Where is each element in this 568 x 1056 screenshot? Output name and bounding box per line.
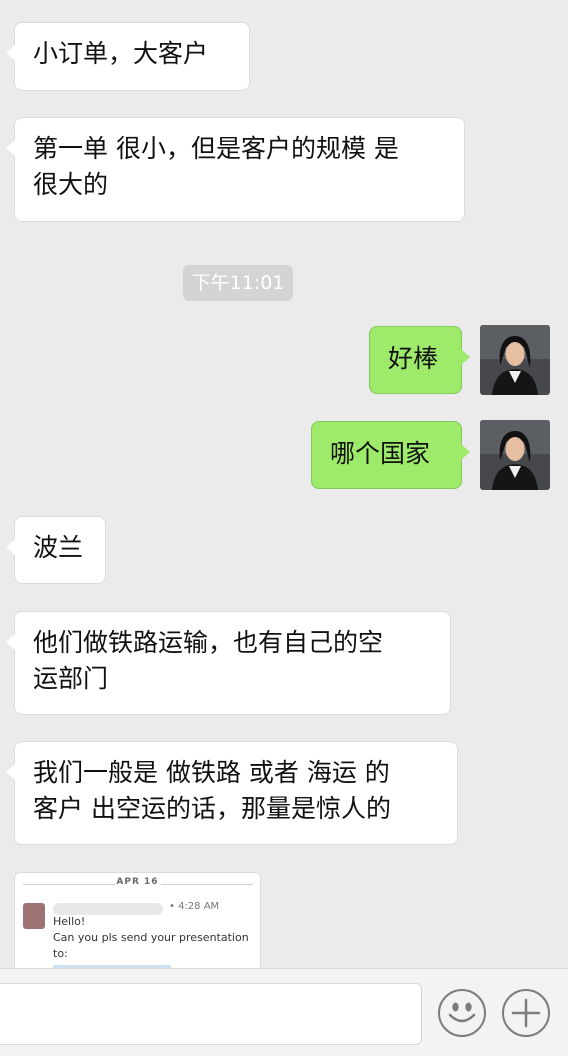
date-divider: APR 16	[15, 877, 260, 891]
plus-icon[interactable]	[502, 989, 550, 1037]
message-text-line: 很大的	[33, 170, 109, 199]
message-text: 好棒	[388, 344, 439, 373]
message-bubble-outgoing[interactable]: 哪个国家	[311, 421, 470, 489]
input-bar	[0, 968, 568, 1056]
image-text-line: Hello!	[53, 915, 86, 928]
image-text-line: to:	[53, 947, 68, 960]
message-bubble-incoming[interactable]: 他们做铁路运输，也有自己的空 运部门	[6, 611, 451, 715]
message-time: • 4:28 AM	[169, 901, 220, 912]
image-message[interactable]: APR 16 • 4:28 AM Hello! Can you pls send…	[14, 872, 261, 968]
message-bubble-incoming[interactable]: 第一单 很小，但是客户的规模 是 很大的	[6, 117, 465, 222]
message-text: 小订单，大客户	[33, 39, 209, 68]
message-bubble-incoming[interactable]: 小订单，大客户	[6, 22, 250, 91]
image-text-line: Can you pls send your presentation	[53, 931, 249, 944]
message-bubble-incoming[interactable]: 波兰	[6, 516, 106, 584]
message-bubble-incoming[interactable]: 我们一般是 做铁路 或者 海运 的 客户 出空运的话，那量是惊人的	[6, 741, 458, 845]
message-text-line: 客户 出空运的话，那量是惊人的	[33, 794, 391, 823]
avatar[interactable]	[480, 420, 550, 490]
message-text-line: 他们做铁路运输，也有自己的空	[33, 628, 384, 657]
blurred-sender-name	[53, 903, 163, 915]
date-label: APR 16	[116, 877, 159, 887]
sender-avatar	[23, 903, 45, 929]
message-text-line: 运部门	[33, 664, 109, 693]
message-text-line: 第一单 很小，但是客户的规模 是	[33, 134, 399, 163]
emoji-icon[interactable]	[438, 989, 486, 1037]
message-text: 波兰	[33, 533, 84, 562]
message-text: 哪个国家	[330, 439, 431, 468]
message-bubble-outgoing[interactable]: 好棒	[369, 326, 470, 394]
avatar[interactable]	[480, 325, 550, 395]
message-text-line: 我们一般是 做铁路 或者 海运 的	[33, 758, 390, 787]
message-input[interactable]	[0, 983, 422, 1045]
chat-area: 小订单，大客户 第一单 很小，但是客户的规模 是 很大的 下午11:01 好棒 …	[0, 0, 568, 968]
timestamp: 下午11:01	[183, 265, 293, 301]
